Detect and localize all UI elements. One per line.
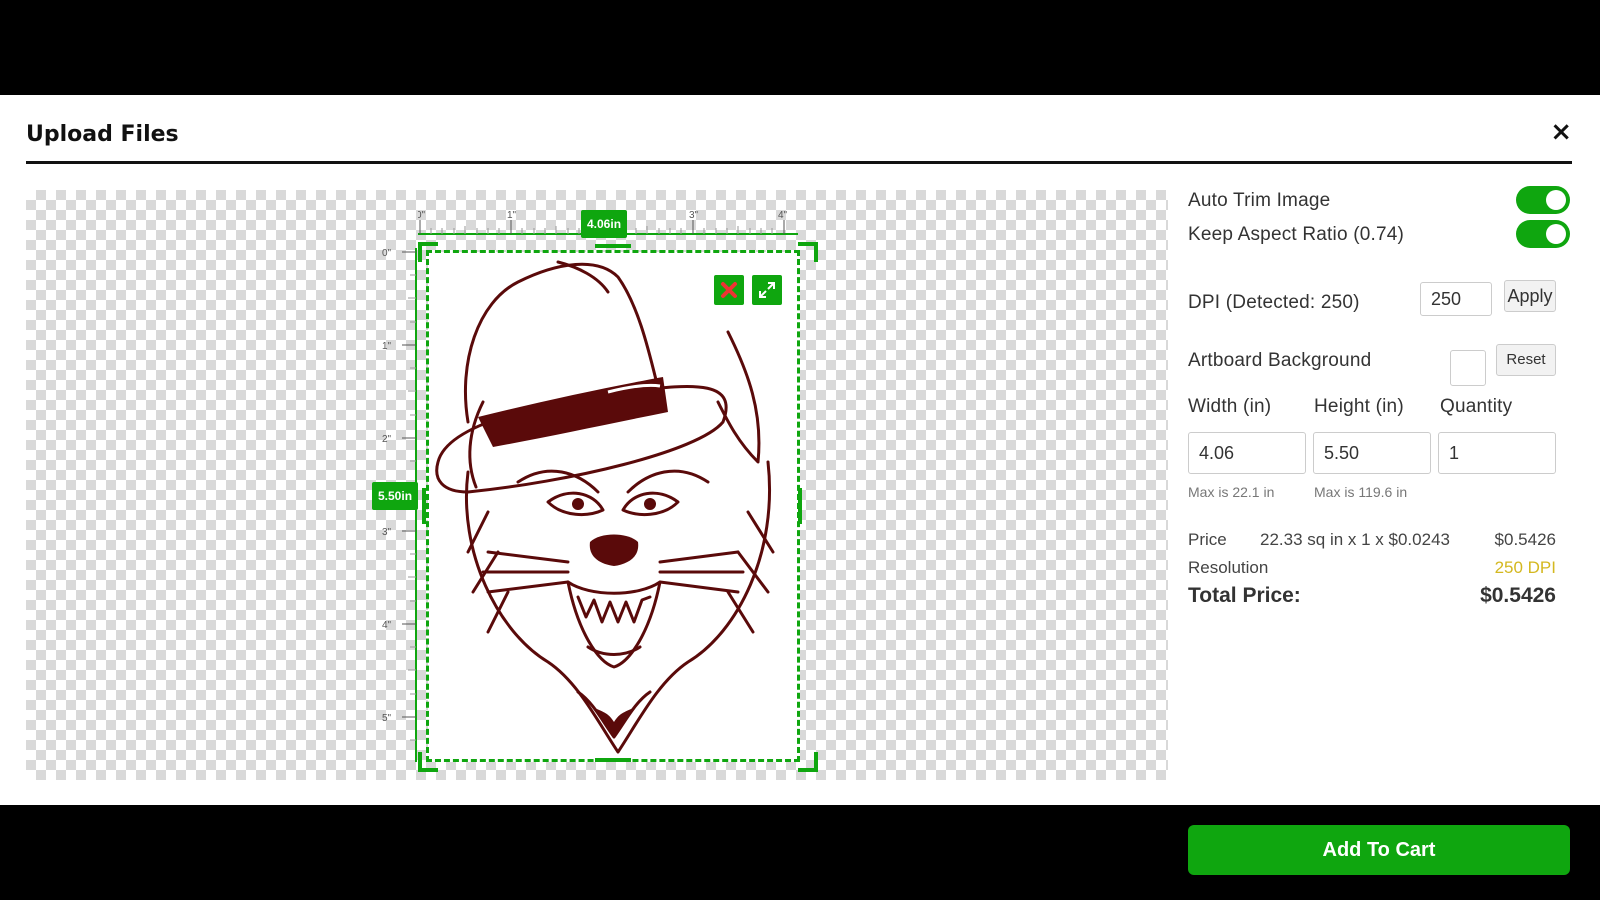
toggle-knob	[1546, 224, 1566, 244]
artboard	[428, 252, 800, 762]
total-price-label: Total Price:	[1188, 584, 1301, 607]
ruler-x-label: 1"	[507, 210, 517, 221]
modal-title: Upload Files	[26, 122, 179, 147]
delete-image-button[interactable]	[714, 275, 744, 305]
resolution-value: 250 DPI	[1494, 558, 1556, 577]
resize-handle-right[interactable]	[798, 488, 802, 524]
resize-handle-left[interactable]	[422, 488, 426, 524]
width-max-hint: Max is 22.1 in	[1188, 484, 1275, 500]
artboard-reset-button[interactable]: Reset	[1496, 344, 1556, 376]
resize-handle-top-left[interactable]	[418, 242, 438, 262]
ruler-x-label: 4"	[778, 210, 788, 221]
height-dimension-badge: 5.50in	[372, 482, 419, 510]
ruler-y-label: 4"	[382, 620, 392, 631]
close-icon	[721, 282, 737, 298]
resize-handle-top-right[interactable]	[798, 242, 818, 262]
ruler-y-label: 3"	[382, 527, 392, 538]
wolf-artwork-image[interactable]	[428, 252, 800, 762]
height-label: Height (in)	[1314, 396, 1404, 417]
close-icon[interactable]: ×	[1550, 117, 1572, 147]
keep-aspect-toggle[interactable]	[1516, 220, 1570, 248]
price-value: $0.5426	[1494, 530, 1556, 549]
dpi-input[interactable]	[1420, 282, 1492, 316]
ruler-y-label: 0"	[382, 248, 392, 259]
ruler-y-label: 2"	[382, 434, 392, 445]
expand-image-button[interactable]	[752, 275, 782, 305]
ruler-x-label: 3"	[689, 210, 699, 221]
dpi-apply-button[interactable]: Apply	[1504, 280, 1556, 312]
ruler-x-label: 0"	[418, 210, 426, 221]
auto-trim-toggle[interactable]	[1516, 186, 1570, 214]
artboard-background-label: Artboard Background	[1188, 350, 1372, 371]
width-input[interactable]	[1188, 432, 1306, 474]
artboard-canvas[interactable]: 0" 1" 2" 3" 4"	[26, 190, 1168, 780]
upload-modal: Upload Files × 0" 1" 3" 4" 0" 1" 2" 3" 4…	[0, 95, 1600, 875]
toggle-knob	[1546, 190, 1566, 210]
resize-handle-bottom-right[interactable]	[798, 752, 818, 772]
ruler-y-label: 5"	[382, 713, 392, 724]
price-label: Price	[1188, 530, 1227, 549]
resize-handle-top[interactable]	[595, 244, 631, 248]
height-max-hint: Max is 119.6 in	[1314, 484, 1408, 500]
auto-trim-label: Auto Trim Image	[1188, 190, 1331, 211]
height-input[interactable]	[1313, 432, 1431, 474]
quantity-label: Quantity	[1440, 396, 1513, 417]
total-price-value: $0.5426	[1480, 584, 1556, 607]
keep-aspect-label: Keep Aspect Ratio (0.74)	[1188, 224, 1405, 245]
resize-handle-bottom[interactable]	[595, 758, 631, 762]
dpi-label: DPI (Detected: 250)	[1188, 292, 1360, 313]
artboard-color-swatch[interactable]	[1450, 350, 1486, 386]
add-to-cart-button[interactable]: Add To Cart	[1188, 825, 1570, 875]
resolution-label: Resolution	[1188, 558, 1269, 577]
price-formula: 22.33 sq in x 1 x $0.0243	[1260, 530, 1450, 549]
width-dimension-badge: 4.06in	[581, 210, 628, 238]
quantity-input[interactable]	[1438, 432, 1556, 474]
ruler-y-label: 1"	[382, 341, 392, 352]
resize-handle-bottom-left[interactable]	[418, 752, 438, 772]
expand-icon	[759, 282, 775, 298]
title-divider	[26, 161, 1572, 164]
settings-panel: Auto Trim Image Keep Aspect Ratio (0.74)…	[1188, 186, 1570, 875]
width-label: Width (in)	[1188, 396, 1272, 417]
